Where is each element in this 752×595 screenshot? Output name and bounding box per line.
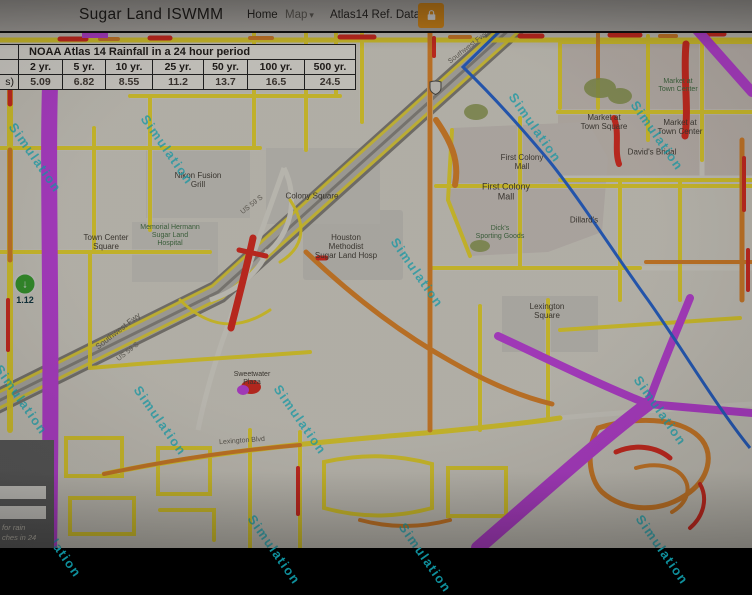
table-value-row: s) 5.096.828.5511.213.716.524.5: [0, 75, 356, 90]
table-value-cell: 5.09: [19, 75, 63, 90]
table-title-row: NOAA Atlas 14 Rainfall in a 24 hour peri…: [0, 45, 356, 60]
panel-text-fragment: ches in 24: [2, 533, 36, 542]
app-title: Sugar Land ISWMM: [79, 6, 223, 24]
table-title: NOAA Atlas 14 Rainfall in a 24 hour peri…: [19, 45, 356, 60]
table-col-header: 10 yr.: [106, 60, 153, 75]
lock-icon: [425, 9, 438, 22]
table-value-cell: 24.5: [305, 75, 356, 90]
table-value-cell: 13.7: [204, 75, 248, 90]
app-header: Sugar Land ISWMM Home Map▾ Atlas14 Ref. …: [0, 0, 752, 33]
map-place-label: Memorial HermannSugar LandHospital: [140, 224, 200, 248]
nav-home[interactable]: Home: [247, 9, 278, 21]
panel-input-field[interactable]: [0, 506, 46, 519]
table-value-cell: 6.82: [63, 75, 106, 90]
map-place-label: LexingtonSquare: [530, 302, 565, 320]
nav-map-dropdown[interactable]: Map▾: [285, 9, 314, 21]
map-place-label: SweetwaterPlaza: [234, 371, 271, 387]
table-col-header: 50 yr.: [204, 60, 248, 75]
flood-result-marker[interactable]: ↓: [14, 273, 37, 296]
table-row-label-fragment: s): [0, 75, 19, 90]
lock-button[interactable]: [418, 3, 444, 28]
map-place-label: Market atTown Center: [658, 78, 697, 94]
panel-input-field[interactable]: [0, 486, 46, 499]
table-row-label: [0, 60, 19, 75]
map-place-label: First ColonyMall: [501, 153, 544, 171]
rainfall-table: NOAA Atlas 14 Rainfall in a 24 hour peri…: [0, 44, 356, 90]
map-place-label: Dick'sSporting Goods: [476, 225, 525, 241]
table-col-header: 5 yr.: [63, 60, 106, 75]
panel-text-fragment: for rain: [2, 523, 25, 532]
table-value-cell: 16.5: [248, 75, 305, 90]
map-place-label: Town CenterSquare: [84, 233, 129, 251]
table-value-cell: 11.2: [153, 75, 204, 90]
table-col-header: 25 yr.: [153, 60, 204, 75]
chevron-down-icon: ▾: [309, 10, 314, 20]
map-place-label: Market atTown Square: [581, 113, 628, 131]
nav-atlas14-ref-data[interactable]: Atlas14 Ref. Data: [330, 9, 420, 21]
table-corner-cell: [0, 45, 19, 60]
table-col-header: 500 yr.: [305, 60, 356, 75]
map-place-label: Colony Square: [286, 191, 339, 200]
table-col-header: 100 yr.: [248, 60, 305, 75]
flood-marker-value: 1.12: [16, 295, 34, 305]
table-header-row: 2 yr.5 yr.10 yr.25 yr.50 yr.100 yr.500 y…: [0, 60, 356, 75]
table-value-cell: 8.55: [106, 75, 153, 90]
map-place-label: First ColonyMall: [482, 182, 530, 203]
map-place-label: Dillard's: [570, 215, 598, 224]
table-col-header: 2 yr.: [19, 60, 63, 75]
map-place-label: HoustonMethodistSugar Land Hosp: [315, 233, 377, 261]
legend-panel: for rain ches in 24: [0, 440, 54, 548]
